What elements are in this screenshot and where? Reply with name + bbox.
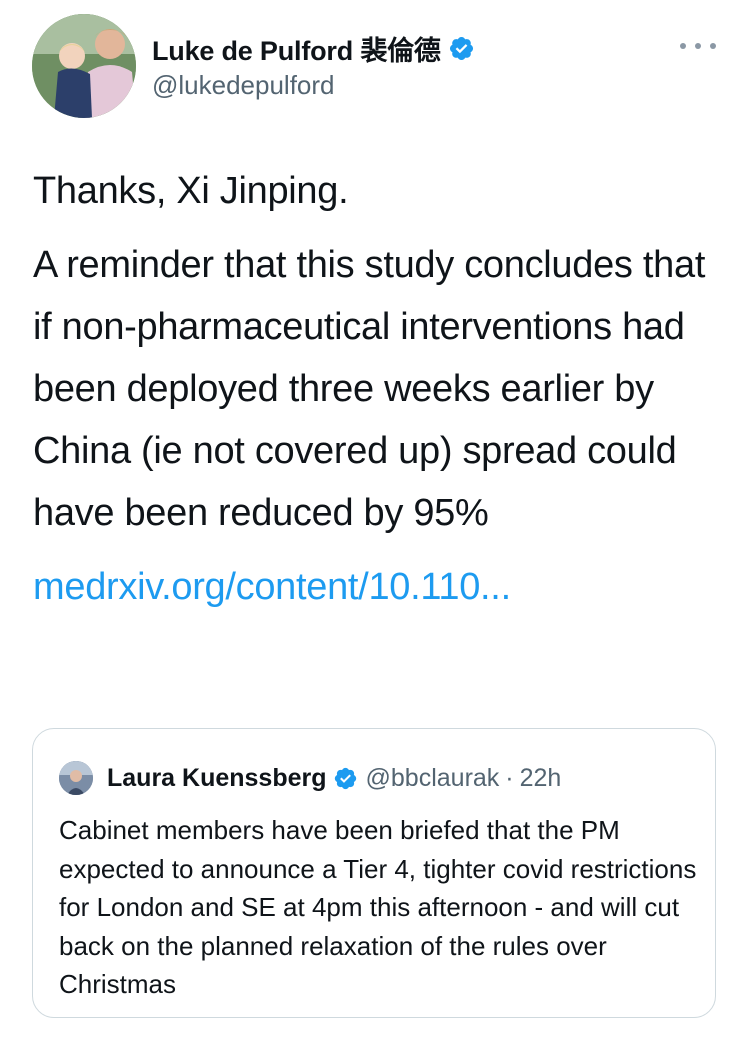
- tweet-link[interactable]: medrxiv.org/content/10.110...: [33, 556, 723, 618]
- author-avatar[interactable]: [32, 14, 136, 118]
- display-name-row: Luke de Pulford 裴倫德: [152, 30, 475, 66]
- author-handle[interactable]: @lukedepulford: [152, 70, 475, 101]
- tweet-paragraph: A reminder that this study concludes tha…: [33, 244, 706, 534]
- quoted-tweet[interactable]: Laura Kuenssberg @bbclaurak · 22h Cabine…: [32, 728, 716, 1018]
- more-options-icon[interactable]: [680, 36, 716, 56]
- author-names: Luke de Pulford 裴倫德 @lukedepulford: [152, 30, 475, 101]
- verified-badge-icon: [334, 767, 356, 789]
- author-display-name[interactable]: Luke de Pulford 裴倫德: [152, 29, 441, 68]
- quoted-author-avatar[interactable]: [59, 761, 93, 795]
- separator-dot: ·: [505, 763, 514, 792]
- tweet: Luke de Pulford 裴倫德 @lukedepulford Thank…: [0, 0, 750, 1037]
- more-dot: [695, 43, 701, 49]
- quoted-author-display-name[interactable]: Laura Kuenssberg: [107, 764, 327, 793]
- quoted-tweet-time[interactable]: 22h: [520, 764, 562, 793]
- quoted-tweet-text: Cabinet members have been briefed that t…: [59, 815, 697, 1000]
- tweet-header: Luke de Pulford 裴倫德 @lukedepulford: [30, 14, 720, 118]
- tweet-body: Thanks, Xi Jinping. A reminder that this…: [33, 160, 723, 618]
- more-dot: [710, 43, 716, 49]
- tweet-paragraph: Thanks, Xi Jinping.: [33, 170, 349, 212]
- verified-badge-icon: [449, 36, 473, 60]
- quoted-author-handle[interactable]: @bbclaurak: [366, 764, 500, 793]
- quoted-tweet-header: Laura Kuenssberg @bbclaurak · 22h: [59, 761, 561, 795]
- more-dot: [680, 43, 686, 49]
